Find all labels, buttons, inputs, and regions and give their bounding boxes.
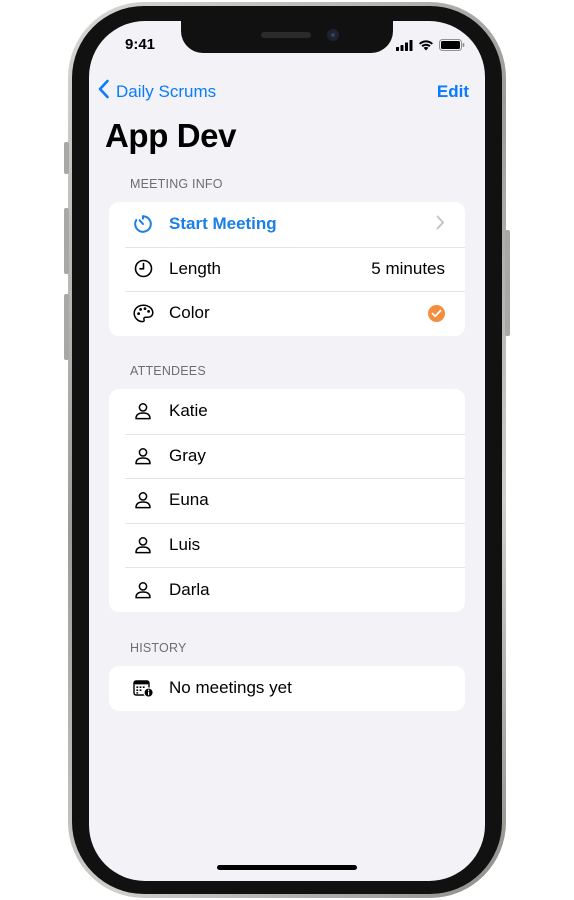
- attendee-row: Darla: [109, 567, 465, 612]
- page-title: App Dev: [105, 117, 237, 154]
- chevron-left-icon: [97, 79, 110, 104]
- edit-button[interactable]: Edit: [437, 82, 469, 102]
- person-icon: [132, 489, 154, 511]
- attendee-name: Luis: [169, 535, 201, 555]
- attendee-row: Euna: [109, 478, 465, 523]
- length-value: 5 minutes: [371, 258, 445, 278]
- status-icons: [396, 38, 465, 56]
- attendees-group: Katie Gray Euna Luis Darla: [109, 389, 465, 612]
- person-icon: [132, 579, 154, 601]
- attendee-name: Euna: [169, 490, 209, 510]
- person-icon: [132, 445, 154, 467]
- section-header-meeting-info: MEETING INFO: [130, 177, 223, 191]
- camera: [327, 29, 339, 41]
- attendee-row: Katie: [109, 389, 465, 434]
- back-button-label: Daily Scrums: [116, 81, 217, 101]
- meeting-info-group: Start Meeting Length 5 minutes Color: [109, 202, 465, 336]
- section-header-attendees: ATTENDEES: [130, 364, 206, 378]
- attendee-name: Gray: [169, 445, 206, 465]
- history-empty-row: No meetings yet: [109, 666, 465, 711]
- color-label: Color: [169, 303, 210, 323]
- battery-icon: [439, 38, 465, 56]
- length-label: Length: [169, 258, 221, 278]
- person-icon: [132, 400, 154, 422]
- chevron-right-icon: [436, 215, 445, 235]
- history-empty-label: No meetings yet: [169, 678, 292, 698]
- speaker: [261, 32, 311, 38]
- person-icon: [132, 534, 154, 556]
- attendee-name: Katie: [169, 401, 208, 421]
- timer-icon: [132, 213, 154, 235]
- notch: [181, 21, 393, 53]
- length-row: Length 5 minutes: [109, 246, 465, 292]
- calendar-badge-icon: [132, 677, 154, 699]
- volume-up-button: [64, 208, 69, 274]
- screen: 9:41 Daily Scrums Edit App Dev MEETING I…: [89, 21, 485, 881]
- signal-icon: [396, 38, 413, 56]
- attendee-row: Luis: [109, 522, 465, 568]
- clock-icon: [132, 258, 154, 280]
- silent-switch: [64, 142, 69, 174]
- palette-icon: [132, 302, 154, 324]
- section-header-history: HISTORY: [130, 641, 187, 655]
- home-indicator[interactable]: [217, 865, 357, 870]
- start-meeting-row[interactable]: Start Meeting: [109, 202, 465, 247]
- status-time: 9:41: [125, 36, 156, 53]
- volume-down-button: [64, 294, 69, 360]
- attendee-name: Darla: [169, 579, 210, 599]
- history-group: No meetings yet: [109, 666, 465, 711]
- start-meeting-label: Start Meeting: [169, 214, 277, 234]
- attendee-row: Gray: [109, 433, 465, 479]
- color-row[interactable]: Color: [109, 291, 465, 336]
- back-button[interactable]: Daily Scrums: [97, 79, 216, 104]
- wifi-icon: [418, 38, 434, 56]
- power-button: [505, 230, 510, 336]
- checkmark-circle-icon: [428, 305, 445, 323]
